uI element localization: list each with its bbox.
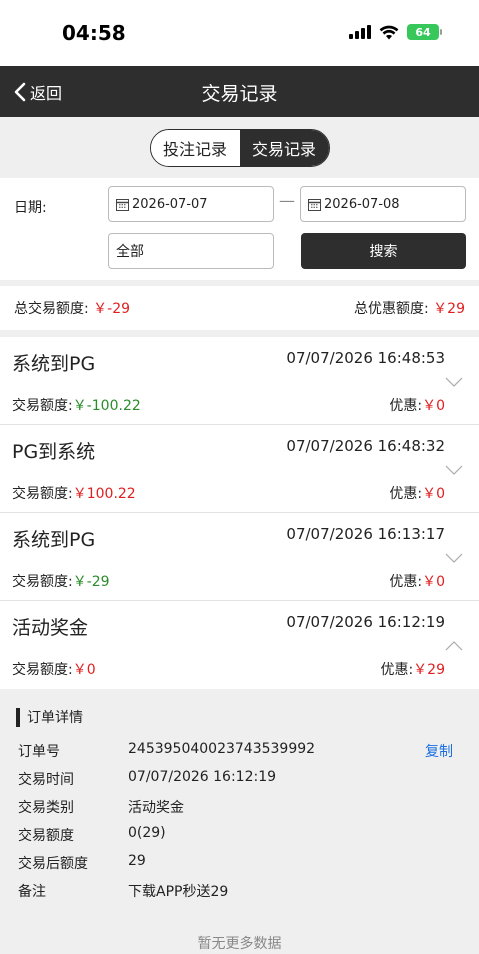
record-discount: 优惠:￥0 — [389, 483, 445, 503]
list-item[interactable]: PG到系统 07/07/2026 16:48:32 交易额度:￥100.22 优… — [0, 425, 479, 513]
detail-row-amount: 交易额度 0(29) — [16, 821, 463, 849]
record-discount-label: 优惠: — [380, 662, 414, 678]
tab-switcher: 投注记录 交易记录 — [0, 117, 479, 178]
status-icons: 64 — [349, 24, 442, 40]
record-amount-label: 交易额度: — [12, 398, 73, 414]
start-date-value: 2026-07-07 — [132, 196, 208, 212]
total-discount-label: 总优惠额度: — [354, 301, 429, 317]
status-time: 04:58 — [62, 21, 126, 45]
record-time: 07/07/2026 16:48:53 — [286, 349, 445, 367]
type-select[interactable]: 全部 — [108, 233, 274, 269]
record-amount: 交易额度:￥100.22 — [12, 483, 136, 503]
record-discount-value: ￥29 — [413, 662, 445, 678]
record-amount-value: ￥-100.22 — [72, 398, 141, 414]
detail-key: 备注 — [18, 884, 46, 900]
record-amount-label: 交易额度: — [12, 662, 73, 678]
detail-row-remark: 备注 下载APP秒送29 — [16, 877, 463, 905]
calendar-icon — [116, 198, 129, 211]
detail-row-balance-after: 交易后额度 29 — [16, 849, 463, 877]
detail-value: 07/07/2026 16:12:19 — [128, 769, 277, 785]
filter-panel: 日期: 2026-07-07 — 2026-07-08 全部 搜索 — [0, 178, 479, 280]
record-title: 活动奖金 — [12, 617, 89, 639]
record-discount-label: 优惠: — [389, 486, 423, 502]
record-discount: 优惠:￥0 — [389, 571, 445, 591]
detail-value: 245395040023743539992 — [128, 741, 316, 757]
tab-transaction-records[interactable]: 交易记录 — [239, 129, 329, 166]
total-discount: 总优惠额度: ￥29 — [354, 298, 465, 318]
no-more-data-text: 暂无更多数据 — [197, 936, 282, 952]
record-discount-value: ￥0 — [422, 574, 445, 590]
detail-value: 活动奖金 — [128, 800, 184, 816]
total-transaction-label: 总交易额度: — [14, 301, 89, 317]
record-amount-value: ￥100.22 — [72, 486, 136, 502]
record-amount: 交易额度:￥-100.22 — [12, 395, 141, 415]
record-amount-label: 交易额度: — [12, 574, 73, 590]
cellular-signal-icon — [349, 25, 371, 39]
record-time: 07/07/2026 16:48:32 — [286, 437, 445, 455]
record-time: 07/07/2026 16:12:19 — [286, 613, 445, 631]
record-amount-label: 交易额度: — [12, 486, 73, 502]
nav-bar: 返回 交易记录 — [0, 66, 479, 117]
page-title: 交易记录 — [201, 83, 278, 105]
detail-value: 下载APP秒送29 — [128, 884, 229, 900]
list-item[interactable]: 系统到PG 07/07/2026 16:13:17 交易额度:￥-29 优惠:￥… — [0, 513, 479, 601]
chevron-down-icon[interactable] — [445, 464, 463, 476]
tab-bet-records[interactable]: 投注记录 — [150, 129, 240, 166]
order-detail-title: 订单详情 — [27, 710, 83, 726]
total-transaction: 总交易额度: ￥-29 — [14, 298, 130, 318]
record-title: PG到系统 — [12, 441, 96, 463]
segmented-control: 投注记录 交易记录 — [149, 128, 330, 167]
battery-level: 64 — [415, 25, 431, 39]
detail-value: 29 — [128, 853, 146, 869]
record-title: 系统到PG — [12, 529, 96, 551]
record-amount: 交易额度:￥0 — [12, 659, 96, 679]
date-label: 日期: — [14, 200, 47, 216]
detail-row-type: 交易类别 活动奖金 — [16, 793, 463, 821]
record-amount-value: ￥0 — [72, 662, 96, 678]
record-discount-label: 优惠: — [389, 398, 423, 414]
detail-value: 0(29) — [128, 825, 166, 841]
detail-key: 交易额度 — [18, 828, 74, 844]
record-discount: 优惠:￥29 — [380, 659, 445, 679]
section-marker — [16, 707, 20, 727]
chevron-down-icon[interactable] — [445, 376, 463, 388]
record-amount: 交易额度:￥-29 — [12, 571, 110, 591]
record-time: 07/07/2026 16:13:17 — [286, 525, 445, 543]
start-date-input[interactable]: 2026-07-07 — [108, 186, 274, 222]
battery-icon: 64 — [407, 24, 442, 40]
chevron-down-icon[interactable] — [445, 552, 463, 564]
total-discount-value: ￥29 — [433, 301, 465, 317]
detail-key: 交易后额度 — [18, 856, 88, 872]
total-transaction-value: ￥-29 — [93, 301, 131, 317]
list-item[interactable]: 系统到PG 07/07/2026 16:48:53 交易额度:￥-100.22 … — [0, 337, 479, 425]
search-button[interactable]: 搜索 — [301, 233, 466, 269]
copy-button[interactable]: 复制 — [425, 741, 453, 761]
end-date-input[interactable]: 2026-07-08 — [300, 186, 466, 222]
order-detail-header: 订单详情 — [16, 707, 463, 727]
date-separator: — — [279, 191, 295, 210]
record-discount: 优惠:￥0 — [389, 395, 445, 415]
record-discount-value: ￥0 — [422, 398, 445, 414]
detail-key: 交易类别 — [18, 800, 74, 816]
order-detail-panel: 订单详情 订单号 245395040023743539992 复制 交易时间 0… — [0, 689, 479, 924]
detail-row-order-id: 订单号 245395040023743539992 复制 — [16, 737, 463, 765]
chevron-up-icon[interactable] — [445, 640, 463, 652]
wifi-icon — [379, 25, 399, 39]
detail-key: 交易时间 — [18, 772, 74, 788]
detail-key: 订单号 — [18, 744, 60, 760]
list-item[interactable]: 活动奖金 07/07/2026 16:12:19 交易额度:￥0 优惠:￥29 — [0, 601, 479, 689]
record-amount-value: ￥-29 — [72, 574, 110, 590]
end-date-value: 2026-07-08 — [324, 196, 400, 212]
record-discount-label: 优惠: — [389, 574, 423, 590]
transaction-list: 系统到PG 07/07/2026 16:48:53 交易额度:￥-100.22 … — [0, 337, 479, 689]
record-discount-value: ￥0 — [422, 486, 445, 502]
detail-row-time: 交易时间 07/07/2026 16:12:19 — [16, 765, 463, 793]
status-bar: 04:58 64 — [0, 0, 479, 66]
record-title: 系统到PG — [12, 353, 96, 375]
summary-bar: 总交易额度: ￥-29 总优惠额度: ￥29 — [0, 286, 479, 330]
calendar-icon — [308, 198, 321, 211]
